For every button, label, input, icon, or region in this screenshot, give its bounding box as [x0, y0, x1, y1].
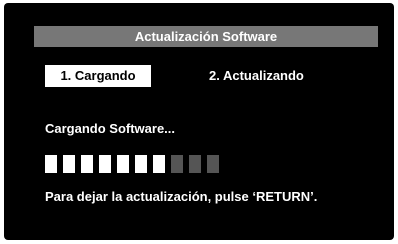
- tv-screen: Actualización Software 1. Cargando 2. Ac…: [4, 3, 394, 240]
- status-text: Cargando Software...: [45, 121, 176, 136]
- progress-bar: [45, 155, 225, 173]
- progress-segment-filled: [63, 155, 75, 173]
- dialog-title: Actualización Software: [34, 26, 378, 47]
- progress-segment-empty: [189, 155, 201, 173]
- progress-segment-filled: [117, 155, 129, 173]
- progress-segment-filled: [45, 155, 57, 173]
- step-updating: 2. Actualizando: [209, 68, 304, 83]
- progress-segment-filled: [81, 155, 93, 173]
- progress-segment-filled: [135, 155, 147, 173]
- return-hint: Para dejar la actualización, pulse ‘RETU…: [45, 189, 318, 204]
- step-loading: 1. Cargando: [45, 65, 151, 87]
- progress-segment-empty: [207, 155, 219, 173]
- progress-segment-filled: [99, 155, 111, 173]
- progress-segment-empty: [171, 155, 183, 173]
- progress-segment-filled: [153, 155, 165, 173]
